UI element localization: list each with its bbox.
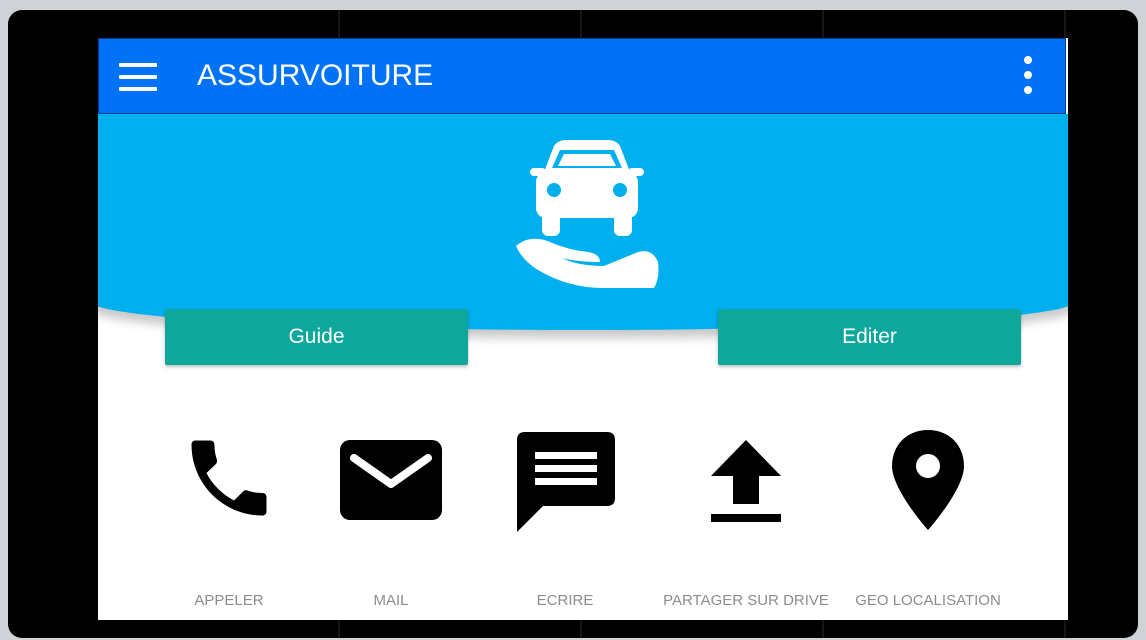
app-screen: ASSURVOITURE Guide Editer APPELER MAIL E… <box>98 38 1068 620</box>
shortcut-ecrire[interactable]: ECRIRE <box>470 418 660 609</box>
shortcut-mail[interactable]: MAIL <box>296 418 486 609</box>
editer-button[interactable]: Editer <box>718 309 1021 365</box>
guide-button[interactable]: Guide <box>165 309 468 365</box>
device-frame: ASSURVOITURE Guide Editer APPELER MAIL E… <box>8 10 1138 638</box>
upload-icon <box>711 440 781 522</box>
message-icon <box>517 432 615 532</box>
shortcut-geo-localisation[interactable]: GEO LOCALISATION <box>833 418 1023 609</box>
menu-button[interactable] <box>119 63 157 91</box>
phone-icon <box>191 440 267 516</box>
mail-icon <box>340 440 442 520</box>
car-in-hand-icon <box>516 140 659 288</box>
app-title: ASSURVOITURE <box>197 59 434 92</box>
shortcut-partager-sur-drive[interactable]: PARTAGER SUR DRIVE <box>651 418 841 609</box>
shortcut-label: PARTAGER SUR DRIVE <box>663 592 829 609</box>
shortcut-label: ECRIRE <box>536 592 594 609</box>
shortcut-label: GEO LOCALISATION <box>855 592 1001 609</box>
location-pin-icon <box>892 430 964 530</box>
overflow-menu-button[interactable] <box>1021 56 1035 98</box>
app-bar: ASSURVOITURE <box>98 38 1066 114</box>
shortcut-label: MAIL <box>373 592 409 609</box>
